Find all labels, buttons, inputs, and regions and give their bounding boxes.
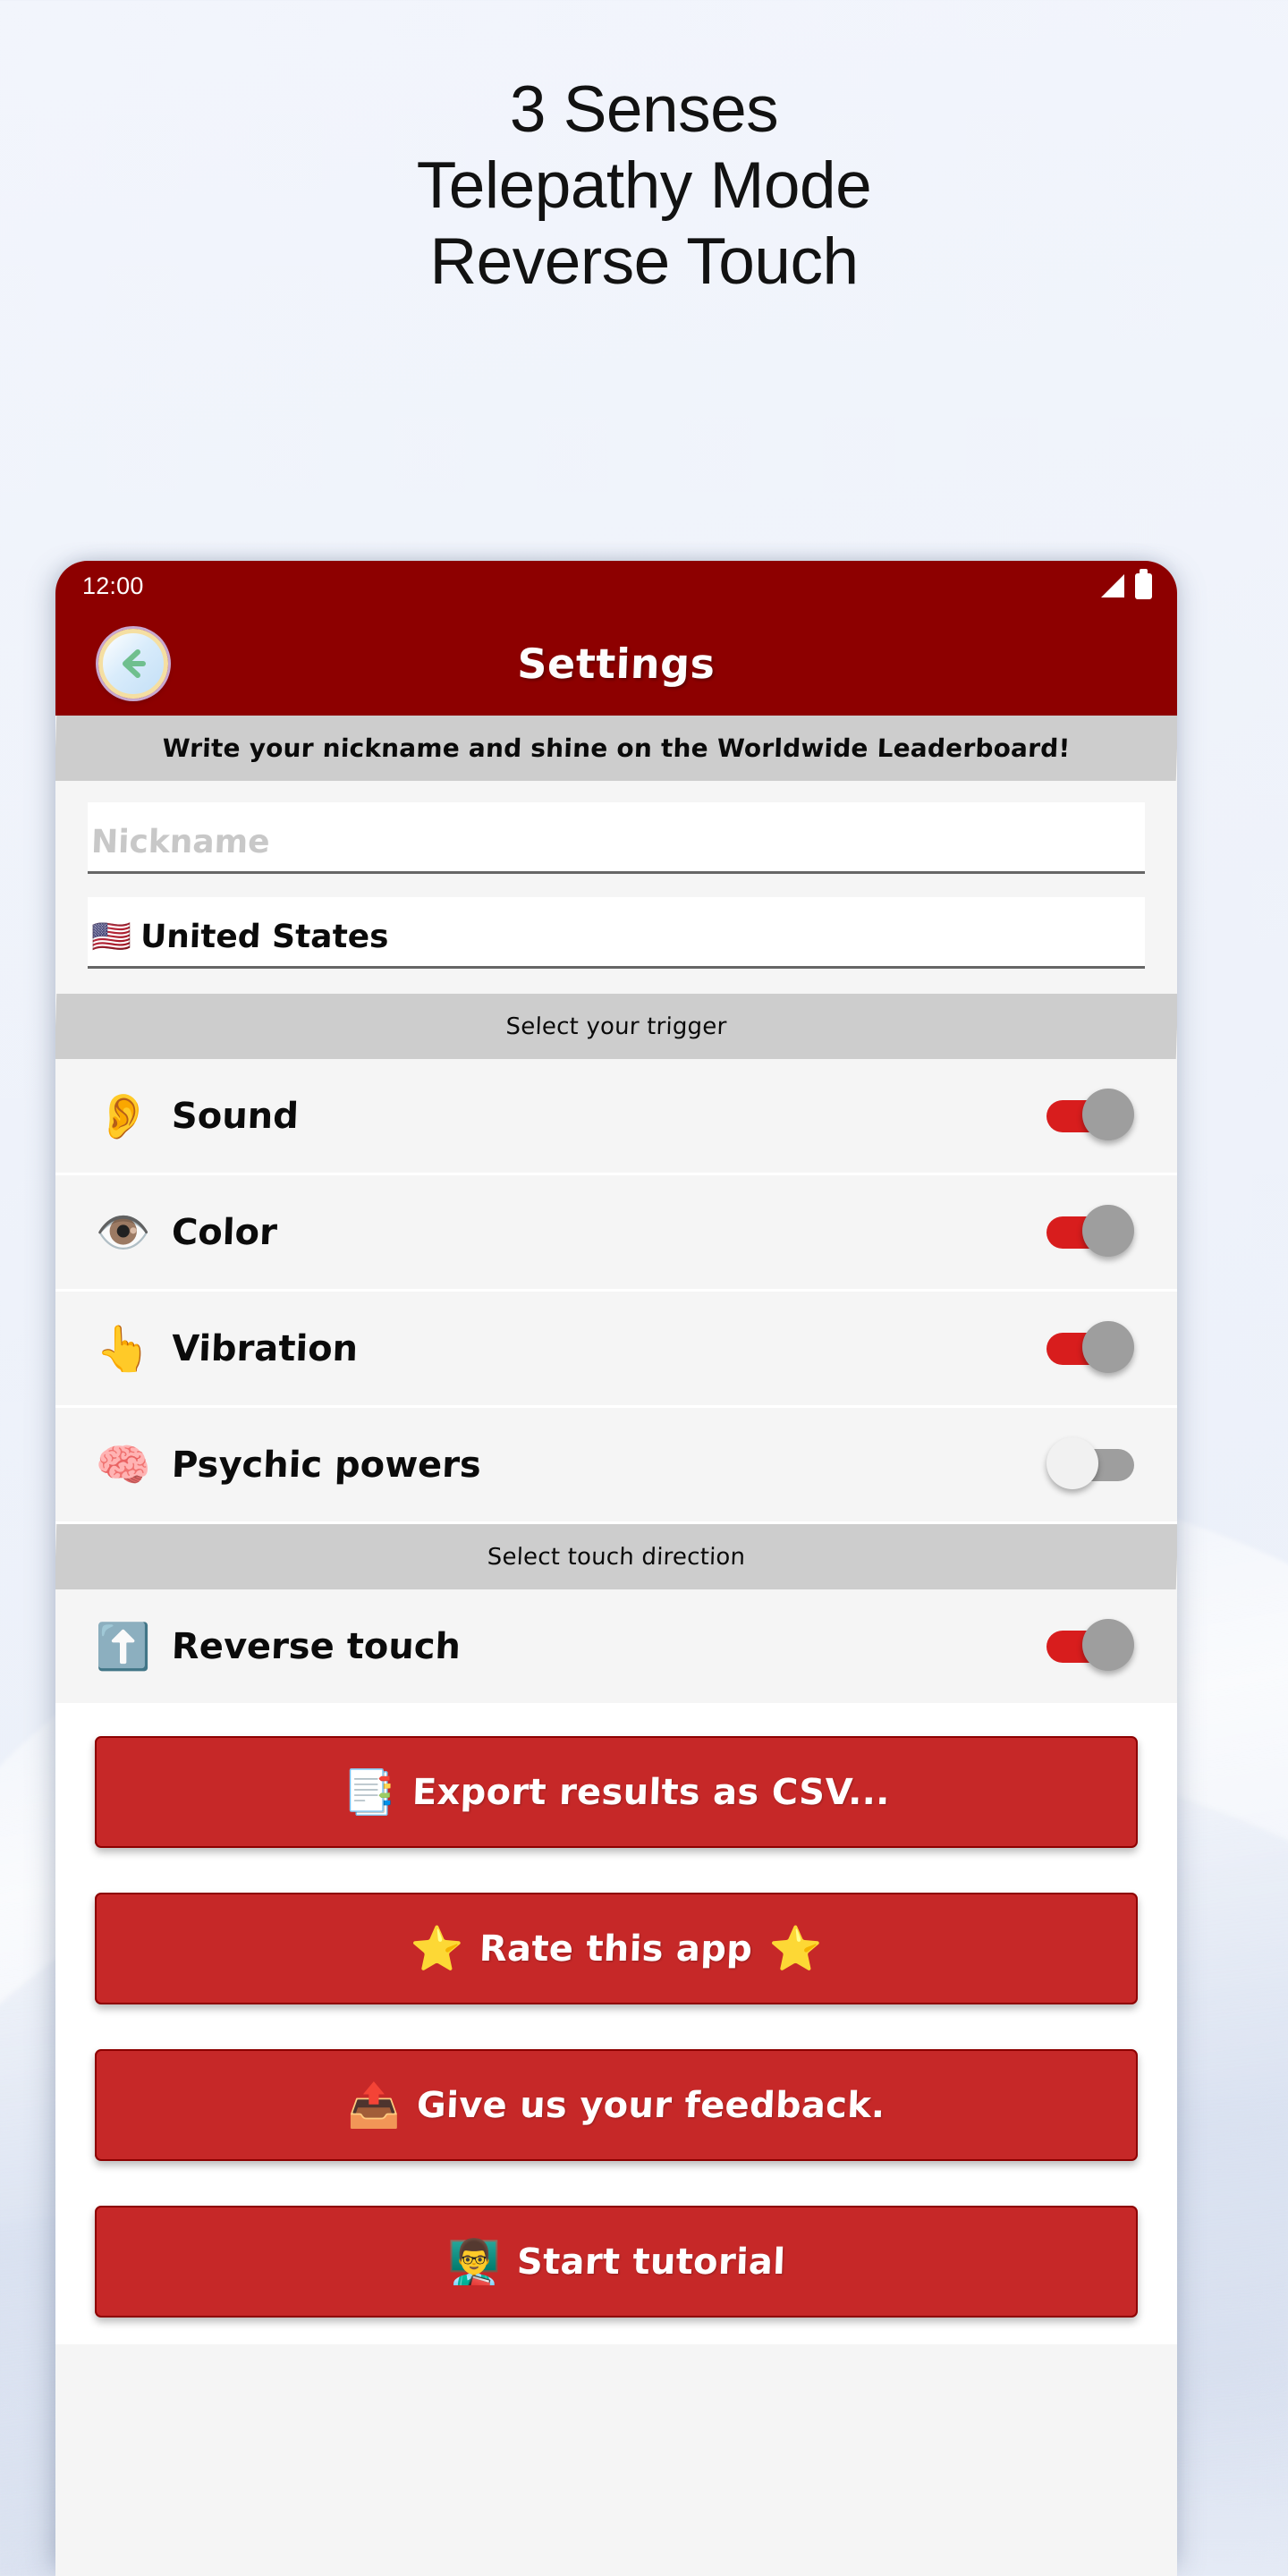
- export-csv-button[interactable]: 📑 Export results as CSV...: [95, 1736, 1138, 1848]
- toggle-label-color: Color: [171, 1211, 278, 1253]
- switch-thumb: [1082, 1088, 1134, 1140]
- promo-line-3: Reverse Touch: [429, 225, 859, 298]
- export-csv-label: Export results as CSV...: [411, 1771, 891, 1813]
- nickname-field[interactable]: Nickname: [88, 802, 1145, 874]
- toggle-label-sound: Sound: [171, 1095, 300, 1137]
- status-bar-clock: 12:00: [82, 572, 144, 599]
- rate-app-label: Rate this app: [479, 1928, 754, 1970]
- feedback-label: Give us your feedback.: [416, 2084, 886, 2126]
- start-tutorial-button[interactable]: 👨‍🏫 Start tutorial: [95, 2206, 1138, 2318]
- toggle-switch-sound[interactable]: [1046, 1088, 1134, 1144]
- star-icon: ⭐: [410, 1923, 464, 1974]
- toggle-switch-color[interactable]: [1046, 1204, 1134, 1260]
- country-flag-icon: 🇺🇸: [91, 918, 131, 955]
- teacher-icon: 👨‍🏫: [446, 2236, 501, 2287]
- app-bar-title: Settings: [516, 639, 716, 688]
- action-buttons-group: 📑 Export results as CSV... ⭐ Rate this a…: [55, 1706, 1177, 2344]
- phone-mockup: 12:00 Settings Write your nickname and s…: [55, 561, 1177, 2576]
- up-arrow-icon: ⬆️: [95, 1620, 152, 1673]
- promo-line-1: 3 Senses: [509, 73, 779, 146]
- nickname-section-header: Write your nickname and shine on the Wor…: [55, 716, 1177, 781]
- brain-icon: 🧠: [95, 1438, 152, 1491]
- toggle-row-psychic-powers[interactable]: 🧠 Psychic powers: [55, 1408, 1177, 1524]
- csv-file-icon: 📑: [343, 1767, 396, 1818]
- promo-heading: 3 Senses Telepathy Mode Reverse Touch: [0, 72, 1288, 300]
- nickname-input-group: Nickname 🇺🇸 United States: [55, 781, 1177, 994]
- toggle-switch-psychic-powers[interactable]: [1046, 1436, 1134, 1493]
- toggle-row-sound[interactable]: 👂 Sound: [55, 1059, 1177, 1175]
- pointing-finger-icon: 👆: [95, 1322, 152, 1375]
- switch-thumb: [1082, 1204, 1134, 1257]
- eye-icon: 👁️: [95, 1206, 152, 1258]
- toggle-label-reverse-touch: Reverse touch: [171, 1625, 462, 1667]
- switch-thumb: [1082, 1618, 1134, 1671]
- signal-triangle-icon: [1101, 574, 1124, 597]
- app-bar: Settings: [55, 611, 1177, 716]
- toggle-row-color[interactable]: 👁️ Color: [55, 1175, 1177, 1292]
- toggle-row-vibration[interactable]: 👆 Vibration: [55, 1292, 1177, 1408]
- country-value[interactable]: United States: [140, 919, 389, 955]
- outbox-tray-icon: 📤: [347, 2080, 402, 2131]
- toggle-label-vibration: Vibration: [171, 1327, 359, 1369]
- promo-line-2: Telepathy Mode: [416, 149, 872, 222]
- direction-section-header: Select touch direction: [55, 1524, 1177, 1589]
- feedback-button[interactable]: 📤 Give us your feedback.: [95, 2049, 1138, 2161]
- toggle-label-psychic-powers: Psychic powers: [171, 1444, 482, 1486]
- start-tutorial-label: Start tutorial: [515, 2241, 786, 2283]
- trigger-section-header: Select your trigger: [55, 994, 1177, 1059]
- status-bar: 12:00: [55, 561, 1177, 611]
- switch-thumb: [1082, 1320, 1134, 1373]
- toggle-switch-reverse-touch[interactable]: [1046, 1618, 1134, 1674]
- country-field[interactable]: 🇺🇸 United States: [88, 897, 1145, 969]
- battery-icon: [1135, 568, 1152, 599]
- ear-icon: 👂: [95, 1089, 152, 1142]
- toggle-row-reverse-touch[interactable]: ⬆️ Reverse touch: [55, 1589, 1177, 1706]
- rate-app-button[interactable]: ⭐ Rate this app ⭐: [95, 1893, 1138, 2004]
- star-icon-right: ⭐: [768, 1923, 823, 1974]
- nickname-input[interactable]: Nickname: [90, 824, 270, 860]
- status-bar-icons: [1101, 568, 1152, 599]
- switch-thumb: [1046, 1436, 1098, 1489]
- toggle-switch-vibration[interactable]: [1046, 1320, 1134, 1377]
